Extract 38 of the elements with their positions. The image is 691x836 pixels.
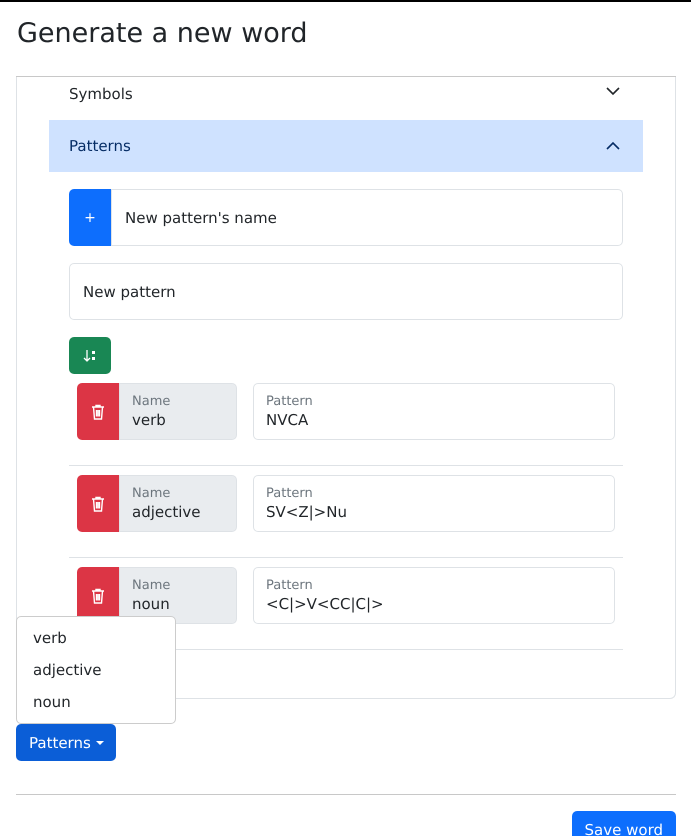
name-field[interactable]: Name noun (119, 567, 237, 624)
field-value: NVCA (266, 410, 310, 430)
sort-button[interactable] (69, 337, 111, 374)
pattern-field[interactable]: Pattern NVCA (253, 383, 615, 440)
field-value: adjective (132, 502, 202, 522)
menu-item[interactable]: noun (17, 686, 175, 718)
pattern-field[interactable]: Pattern SV<Z|>Nu (253, 475, 615, 532)
field-label: Pattern (266, 577, 314, 594)
patterns-dropdown-button[interactable]: Patterns (16, 724, 116, 761)
field-label: Name (132, 393, 172, 410)
delete-button[interactable] (77, 383, 119, 440)
accordion-header[interactable]: Patterns (49, 120, 643, 172)
field-label: Pattern (266, 485, 314, 502)
trash-icon (91, 404, 105, 420)
field-label: Name (132, 485, 172, 502)
chevron-icon (605, 85, 621, 97)
sort-icon (83, 348, 97, 362)
field-label: Pattern (266, 393, 314, 410)
delete-button[interactable] (77, 475, 119, 532)
field-label: Name (132, 577, 172, 594)
field-value: noun (132, 594, 171, 614)
trash-icon (91, 588, 105, 604)
field-value: <C|>V<CC|C|> (266, 594, 385, 614)
input-field[interactable]: New pattern (69, 263, 623, 320)
name-field[interactable]: Name adjective (119, 475, 237, 532)
add-button[interactable]: + (69, 189, 111, 246)
field-value: SV<Z|>Nu (266, 502, 348, 522)
pattern-field[interactable]: Pattern <C|>V<CC|C|> (253, 567, 615, 624)
save-button[interactable]: Save word (572, 811, 676, 836)
modal-title: Generate a new word (17, 18, 308, 48)
input-field[interactable]: New pattern's name (111, 189, 623, 246)
name-field[interactable]: Name verb (119, 383, 237, 440)
menu-item[interactable]: verb (17, 622, 175, 654)
trash-icon (91, 496, 105, 512)
caret-icon (96, 740, 104, 744)
field-value: verb (132, 410, 167, 430)
menu-item[interactable]: adjective (17, 654, 175, 686)
chevron-icon (605, 140, 621, 152)
